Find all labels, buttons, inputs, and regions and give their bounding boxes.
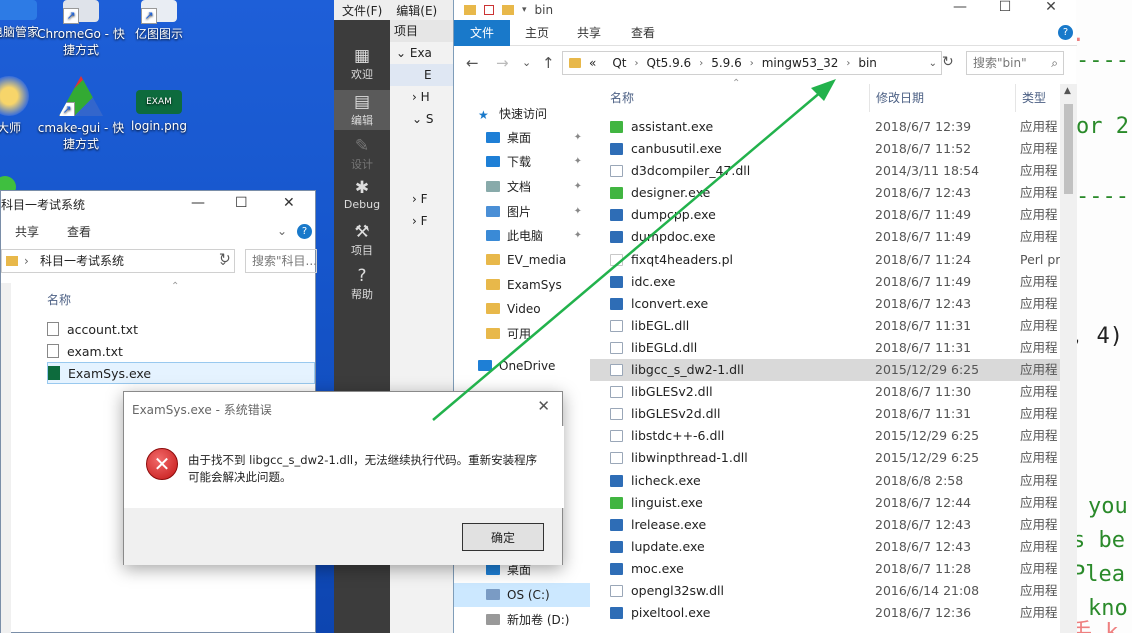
annotation-arrow	[432, 79, 836, 421]
